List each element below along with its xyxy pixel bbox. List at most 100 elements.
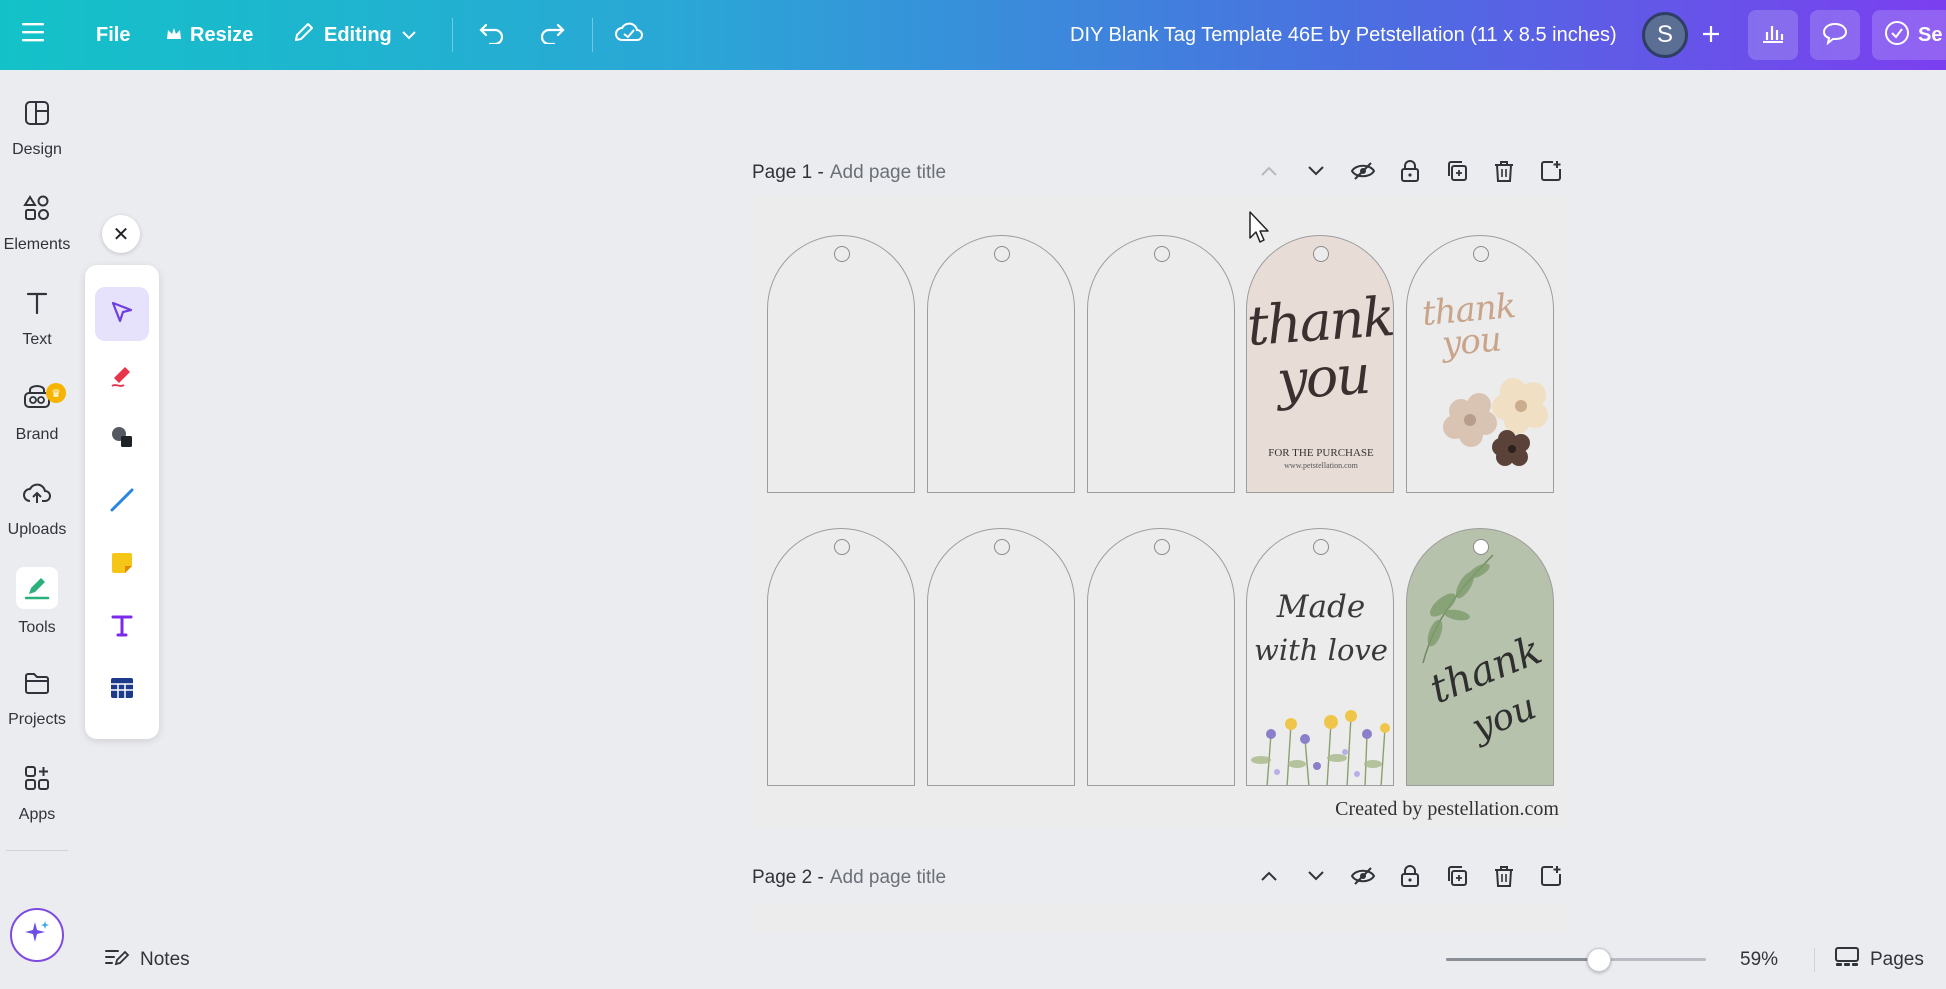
- notes-button[interactable]: Notes: [104, 940, 190, 980]
- tag-hole: [994, 539, 1010, 555]
- tag-hole: [994, 246, 1010, 262]
- move-page-up-button[interactable]: [1251, 156, 1286, 191]
- tag-hole: [834, 539, 850, 555]
- editing-mode-dropdown[interactable]: Editing: [292, 0, 418, 70]
- resize-label: Resize: [190, 23, 254, 46]
- pages-label: Pages: [1870, 949, 1924, 970]
- blank-tag[interactable]: [1087, 528, 1235, 786]
- blank-tag[interactable]: [927, 528, 1075, 786]
- text-icon: [19, 285, 55, 321]
- pages-button[interactable]: Pages: [1834, 940, 1924, 980]
- hide-page-button[interactable]: [1345, 861, 1380, 896]
- add-page-button[interactable]: [1533, 861, 1568, 896]
- sidebar-item-design[interactable]: Design: [0, 82, 74, 172]
- thank-you-leaves-tag[interactable]: thank you: [1406, 528, 1554, 786]
- chevron-down-icon: [1306, 164, 1326, 183]
- sidebar-divider: [6, 850, 68, 851]
- top-toolbar: File Resize Editing DIY Blank Tag Templa…: [0, 0, 1946, 70]
- sidebar-item-uploads[interactable]: Uploads: [0, 462, 74, 552]
- made-with-love-tag[interactable]: Made with love: [1246, 528, 1394, 786]
- draw-pen-tool-button[interactable]: [95, 350, 149, 404]
- lock-page-button[interactable]: [1392, 156, 1427, 191]
- crown-icon: [166, 24, 182, 47]
- page-actions: [1251, 153, 1568, 193]
- tag-subtitle: FOR THE PURCHASE: [1268, 447, 1374, 459]
- duplicate-page-button[interactable]: [1439, 156, 1474, 191]
- tag-script-text: with love: [1254, 633, 1388, 667]
- share-button[interactable]: Se: [1872, 10, 1946, 60]
- sidebar-item-apps[interactable]: Apps: [0, 747, 74, 837]
- add-collaborator-button[interactable]: [1691, 16, 1731, 56]
- move-page-up-button[interactable]: [1251, 861, 1286, 896]
- lock-page-button[interactable]: [1392, 861, 1427, 896]
- sidebar-item-tools[interactable]: Tools: [0, 557, 74, 647]
- resize-button[interactable]: Resize: [166, 0, 253, 70]
- blank-tag[interactable]: [1087, 235, 1235, 493]
- blank-tag[interactable]: [767, 528, 915, 786]
- thank-you-flowers-tag[interactable]: thank you: [1406, 235, 1554, 493]
- document-title[interactable]: DIY Blank Tag Template 46E by Petstellat…: [1070, 0, 1617, 70]
- table-tool-button[interactable]: [95, 663, 149, 717]
- zoom-level-button[interactable]: 59%: [1740, 940, 1778, 980]
- move-page-down-button[interactable]: [1298, 861, 1333, 896]
- wildflowers-illustration: [1251, 710, 1390, 785]
- line-icon: [108, 486, 136, 519]
- insights-button[interactable]: [1748, 10, 1798, 60]
- toolbar-divider: [592, 18, 593, 52]
- delete-page-button[interactable]: [1486, 861, 1521, 896]
- sidebar-item-label: Projects: [8, 711, 66, 728]
- hide-page-button[interactable]: [1345, 156, 1380, 191]
- page-label: Page 2 -: [752, 867, 824, 888]
- chevron-up-icon: [1259, 869, 1279, 888]
- flowers-illustration: [1443, 378, 1548, 466]
- sidebar-item-elements[interactable]: Elements: [0, 177, 74, 267]
- sidebar-item-text[interactable]: Text: [0, 272, 74, 362]
- thank-you-purchase-tag[interactable]: thank you FOR THE PURCHASE www.petstella…: [1246, 235, 1394, 493]
- delete-page-button[interactable]: [1486, 156, 1521, 191]
- comments-button[interactable]: [1810, 10, 1860, 60]
- eye-off-icon: [1350, 865, 1376, 892]
- avatar[interactable]: S: [1642, 12, 1688, 58]
- select-tool-button[interactable]: [95, 287, 149, 341]
- tag-hole: [834, 246, 850, 262]
- sticky-note-icon: [108, 549, 136, 582]
- zoom-slider[interactable]: [1446, 948, 1706, 972]
- save-status-button[interactable]: [614, 0, 644, 70]
- tag-hole: [1313, 539, 1329, 555]
- main-menu-button[interactable]: [22, 0, 48, 70]
- bottom-bar: [0, 940, 1946, 989]
- blank-tag[interactable]: [767, 235, 915, 493]
- add-page-button[interactable]: [1533, 156, 1568, 191]
- page-title-input[interactable]: Add page title: [830, 162, 946, 184]
- shapes-icon: [19, 190, 55, 226]
- tag-hole: [1473, 246, 1489, 262]
- chevron-down-icon: [1306, 869, 1326, 888]
- lock-icon: [1399, 864, 1421, 893]
- blank-tag[interactable]: [927, 235, 1075, 493]
- move-page-down-button[interactable]: [1298, 156, 1333, 191]
- sidebar-item-projects[interactable]: Projects: [0, 652, 74, 742]
- lock-icon: [1399, 159, 1421, 188]
- close-tools-button[interactable]: ✕: [102, 215, 140, 253]
- redo-button[interactable]: [538, 0, 566, 70]
- page-title-input[interactable]: Add page title: [830, 867, 946, 889]
- tag-script-text: thank you: [1246, 284, 1394, 413]
- page-2-header: Page 2 - Add page title: [752, 858, 1568, 898]
- page-1-canvas[interactable]: thank you FOR THE PURCHASE www.petstella…: [752, 197, 1568, 827]
- sticky-note-tool-button[interactable]: [95, 538, 149, 592]
- undo-button[interactable]: [478, 0, 506, 70]
- folder-icon: [19, 665, 55, 701]
- plus-icon: [1700, 23, 1722, 50]
- text-tool-button[interactable]: [95, 600, 149, 654]
- tag-hole: [1154, 246, 1170, 262]
- redo-icon: [538, 20, 566, 50]
- duplicate-page-button[interactable]: [1439, 861, 1474, 896]
- premium-crown-icon: ♛: [46, 383, 66, 403]
- shapes-tool-button[interactable]: [95, 412, 149, 466]
- sidebar-item-brand[interactable]: ♛ Brand: [0, 367, 74, 457]
- trash-icon: [1493, 864, 1515, 893]
- sidebar-item-label: Tools: [18, 619, 56, 636]
- line-tool-button[interactable]: [95, 475, 149, 529]
- file-menu-button[interactable]: File: [96, 0, 130, 70]
- page-2-canvas[interactable]: [752, 903, 1568, 933]
